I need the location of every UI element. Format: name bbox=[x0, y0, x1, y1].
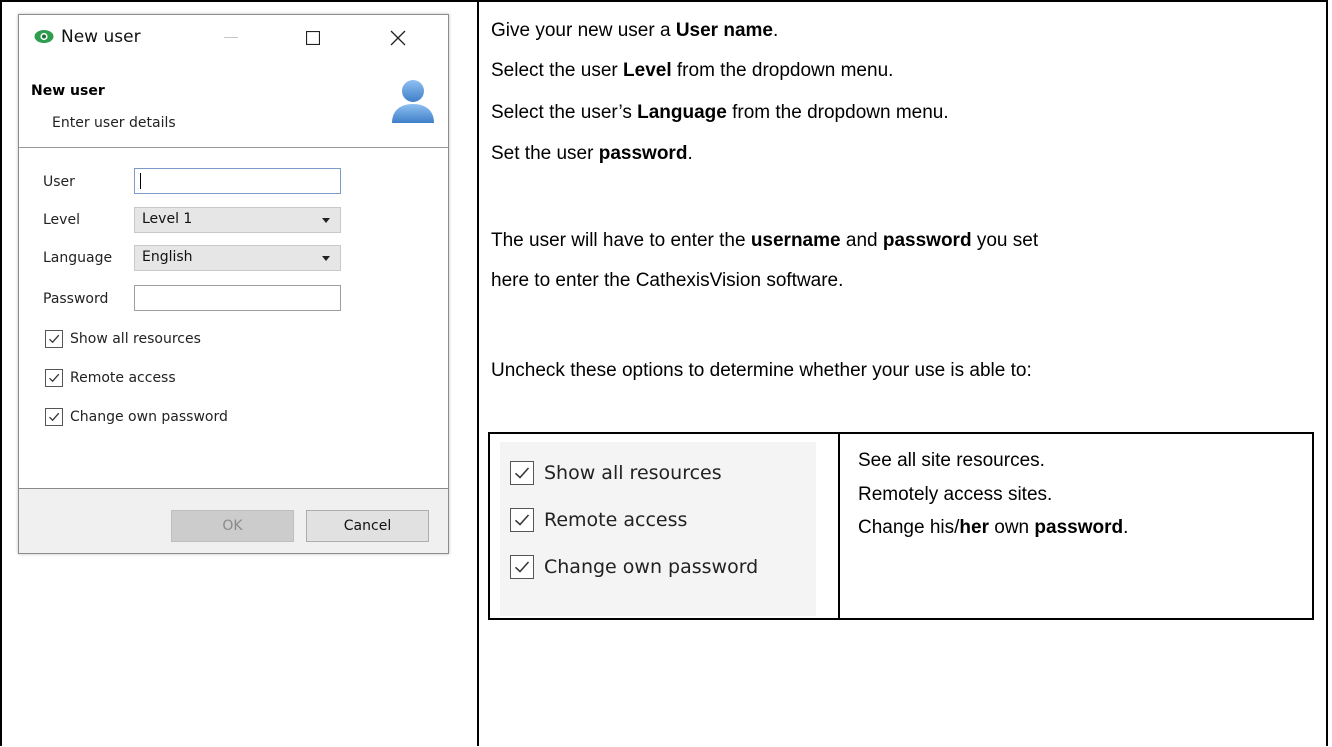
close-button[interactable] bbox=[381, 21, 415, 55]
dialog-header: New user Enter user details bbox=[19, 61, 448, 147]
language-label: Language bbox=[43, 250, 113, 266]
check-icon bbox=[514, 514, 530, 526]
minimize-button[interactable] bbox=[214, 21, 248, 55]
bold-text: Level bbox=[623, 60, 672, 81]
instruction-para-uncheck: Uncheck these options to determine wheth… bbox=[491, 360, 1032, 381]
close-icon bbox=[390, 30, 406, 46]
checkbox-box bbox=[45, 330, 63, 348]
bold-text: her bbox=[959, 517, 989, 538]
option-remote-access: Remote access bbox=[510, 505, 687, 535]
bold-text: password bbox=[1034, 517, 1124, 538]
checkbox-box bbox=[510, 508, 534, 532]
option-desc-password: Change his/her own password. bbox=[858, 513, 1128, 543]
text-caret bbox=[140, 173, 141, 189]
eye-app-icon bbox=[34, 30, 54, 43]
instruction-line-language: Select the user’s Language from the drop… bbox=[491, 98, 949, 128]
option-label: Remote access bbox=[544, 509, 688, 531]
header-subtitle: Enter user details bbox=[52, 115, 176, 131]
checkbox-label: Show all resources bbox=[70, 331, 201, 347]
language-select-value: English bbox=[142, 249, 193, 265]
text: . bbox=[687, 143, 693, 164]
bold-text: username bbox=[750, 230, 841, 251]
check-icon bbox=[49, 334, 60, 344]
text: Select the user’s bbox=[491, 102, 638, 123]
check-icon bbox=[514, 467, 530, 479]
text: . bbox=[1123, 517, 1129, 538]
text: Give your new user a bbox=[491, 20, 676, 41]
checkbox-box bbox=[45, 408, 63, 426]
options-table-divider bbox=[838, 432, 840, 620]
header-title: New user bbox=[31, 83, 105, 99]
password-input[interactable] bbox=[134, 285, 341, 311]
option-label: Change own password bbox=[544, 556, 759, 578]
text: you set bbox=[971, 230, 1039, 251]
new-user-dialog: New user New user Enter user details Use… bbox=[18, 14, 449, 554]
bold-text: Language bbox=[637, 102, 727, 123]
header-separator bbox=[19, 147, 448, 148]
text: and bbox=[840, 230, 883, 251]
column-divider bbox=[477, 0, 479, 746]
dialog-titlebar: New user bbox=[19, 15, 448, 61]
text: own bbox=[988, 517, 1035, 538]
dropdown-arrow-icon bbox=[322, 256, 330, 261]
user-avatar-icon bbox=[392, 80, 434, 123]
checkbox-box bbox=[45, 369, 63, 387]
instruction-para-login: The user will have to enter the username… bbox=[491, 226, 1038, 256]
bold-text: password bbox=[598, 143, 688, 164]
remote-access-checkbox[interactable]: Remote access bbox=[45, 367, 176, 389]
show-all-resources-checkbox[interactable]: Show all resources bbox=[45, 328, 201, 350]
text: from the dropdown menu. bbox=[726, 102, 949, 123]
instruction-line-password: Set the user password. bbox=[491, 139, 693, 169]
text: Set the user bbox=[491, 143, 599, 164]
checkbox-label: Change own password bbox=[70, 409, 228, 425]
check-icon bbox=[49, 412, 60, 422]
bold-text: User name bbox=[675, 20, 773, 41]
checkbox-box bbox=[510, 461, 534, 485]
dialog-title: New user bbox=[61, 27, 141, 47]
maximize-button[interactable] bbox=[296, 21, 330, 55]
level-select-value: Level 1 bbox=[142, 211, 193, 227]
maximize-icon bbox=[306, 31, 320, 45]
text: from the dropdown menu. bbox=[671, 60, 894, 81]
change-own-password-checkbox[interactable]: Change own password bbox=[45, 406, 228, 428]
language-select[interactable]: English bbox=[134, 245, 341, 271]
level-select[interactable]: Level 1 bbox=[134, 207, 341, 233]
option-desc-resources: See all site resources. bbox=[858, 450, 1045, 471]
instruction-line-username: Give your new user a User name. bbox=[491, 16, 778, 46]
check-icon bbox=[49, 373, 60, 383]
level-label: Level bbox=[43, 212, 80, 228]
option-show-all-resources: Show all resources bbox=[510, 458, 722, 488]
option-change-own-password: Change own password bbox=[510, 552, 758, 582]
option-desc-remote: Remotely access sites. bbox=[858, 484, 1053, 505]
bold-text: password bbox=[882, 230, 972, 251]
minimize-icon bbox=[224, 37, 238, 38]
dropdown-arrow-icon bbox=[322, 218, 330, 223]
text: Change his/ bbox=[858, 517, 960, 538]
instruction-para-login-line2: here to enter the CathexisVision softwar… bbox=[491, 270, 844, 291]
text: Select the user bbox=[491, 60, 624, 81]
ok-button[interactable]: OK bbox=[171, 510, 294, 542]
checkbox-box bbox=[510, 555, 534, 579]
instruction-line-level: Select the user Level from the dropdown … bbox=[491, 56, 893, 86]
cancel-button[interactable]: Cancel bbox=[306, 510, 429, 542]
user-input[interactable] bbox=[134, 168, 341, 194]
user-label: User bbox=[43, 174, 75, 190]
check-icon bbox=[514, 561, 530, 573]
password-label: Password bbox=[43, 291, 109, 307]
option-label: Show all resources bbox=[544, 462, 722, 484]
text: The user will have to enter the bbox=[491, 230, 751, 251]
text: . bbox=[772, 20, 779, 41]
checkbox-label: Remote access bbox=[70, 370, 176, 386]
